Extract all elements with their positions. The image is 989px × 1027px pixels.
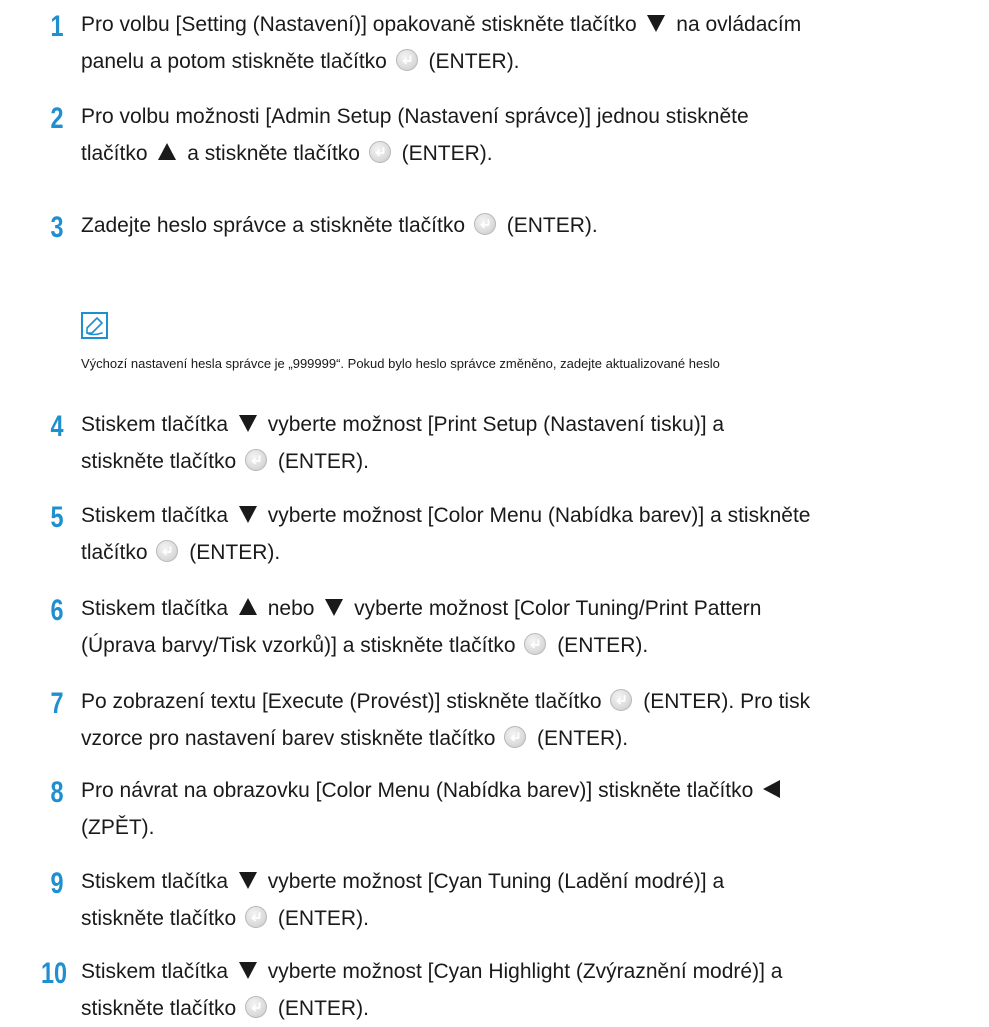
step-line: Pro volbu možnosti [Admin Setup (Nastave… <box>81 98 986 135</box>
enter-button-icon <box>156 540 179 563</box>
step-text: Stiskem tlačítka nebo vyberte možnost [C… <box>81 590 986 664</box>
step-line: (Úprava barvy/Tisk vzorků)] a stiskněte … <box>81 627 986 664</box>
step-number: 3 <box>50 211 64 244</box>
triangle-up-icon <box>158 142 177 160</box>
step-number: 8 <box>50 776 64 809</box>
step-text: Stiskem tlačítka vyberte možnost [Color … <box>81 497 986 571</box>
step-text-run: (ZPĚT). <box>81 816 155 839</box>
step-line: Stiskem tlačítka nebo vyberte možnost [C… <box>81 590 986 627</box>
step-line: (ZPĚT). <box>81 809 986 846</box>
step-text-run: (ENTER). Pro tisk <box>637 690 811 713</box>
step-text: Stiskem tlačítka vyberte možnost [Print … <box>81 406 986 480</box>
step-text-run: stiskněte tlačítko <box>81 907 243 930</box>
step-number: 2 <box>50 102 64 135</box>
step-text-run: Stiskem tlačítka <box>81 413 234 436</box>
triangle-down-icon <box>647 14 666 32</box>
step-number: 7 <box>50 687 64 720</box>
step-text-run: Stiskem tlačítka <box>81 504 234 527</box>
triangle-down-icon <box>238 871 257 889</box>
step-number: 5 <box>50 501 64 534</box>
step-text-run: stiskněte tlačítko <box>81 450 243 473</box>
triangle-left-icon <box>763 780 781 799</box>
step-text-run: vyberte možnost [Print Setup (Nastavení … <box>261 413 725 436</box>
step-text-run: stiskněte tlačítko <box>81 997 243 1020</box>
step-text-run: Po zobrazení textu [Execute (Provést)] s… <box>81 690 608 713</box>
step-text-run: (ENTER). <box>272 907 369 930</box>
step-line: Po zobrazení textu [Execute (Provést)] s… <box>81 683 986 720</box>
enter-button-icon <box>524 633 547 656</box>
triangle-down-icon <box>325 598 344 616</box>
step-text: Pro návrat na obrazovku [Color Menu (Nab… <box>81 772 986 846</box>
step-text-run: vyberte možnost [Cyan Highlight (Zvýrazn… <box>261 960 783 983</box>
step-line: stiskněte tlačítko (ENTER). <box>81 900 986 937</box>
step-line: Stiskem tlačítka vyberte možnost [Cyan H… <box>81 953 986 990</box>
step-text: Stiskem tlačítka vyberte možnost [Cyan T… <box>81 863 986 937</box>
enter-button-icon <box>245 996 268 1019</box>
triangle-down-icon <box>238 505 257 523</box>
step-text-run: Stiskem tlačítka <box>81 870 234 893</box>
step-text-run: (ENTER). <box>551 634 649 657</box>
step-text-run: tlačítko <box>81 541 154 564</box>
enter-button-icon <box>245 906 268 929</box>
step-text-run: (ENTER). <box>422 50 520 73</box>
step-line: Pro návrat na obrazovku [Color Menu (Nab… <box>81 772 986 809</box>
step-line: Stiskem tlačítka vyberte možnost [Print … <box>81 406 986 443</box>
enter-button-icon <box>610 689 633 712</box>
step-text: Stiskem tlačítka vyberte možnost [Cyan H… <box>81 953 986 1027</box>
step-text-run: (ENTER). <box>531 727 629 750</box>
triangle-down-icon <box>238 961 257 979</box>
step-line: stiskněte tlačítko (ENTER). <box>81 443 986 480</box>
step-text-run: (ENTER). <box>500 214 598 237</box>
step-text-run: nebo <box>261 597 321 620</box>
step-text-run: na ovládacím <box>670 13 802 36</box>
step-text-run: Pro volbu [Setting (Nastavení)] opakovan… <box>81 13 643 36</box>
step-text-run: vzorce pro nastavení barev stiskněte tla… <box>81 727 502 750</box>
step-number: 10 <box>40 957 68 990</box>
note-text: Výchozí nastavení hesla správce je „9999… <box>81 356 720 371</box>
triangle-up-icon <box>238 597 257 615</box>
step-number: 1 <box>50 10 64 43</box>
step-line: Zadejte heslo správce a stiskněte tlačít… <box>81 207 986 244</box>
triangle-down-icon <box>238 414 257 432</box>
step-text: Pro volbu možnosti [Admin Setup (Nastave… <box>81 98 986 172</box>
enter-button-icon <box>245 449 268 472</box>
step-text-run: a stiskněte tlačítko <box>181 142 366 165</box>
step-line: Stiskem tlačítka vyberte možnost [Cyan T… <box>81 863 986 900</box>
step-line: vzorce pro nastavení barev stiskněte tla… <box>81 720 986 757</box>
step-line: tlačítko a stiskněte tlačítko (ENTER). <box>81 135 986 172</box>
step-number: 9 <box>50 867 64 900</box>
enter-button-icon <box>504 726 527 749</box>
step-text-run: Stiskem tlačítka <box>81 960 234 983</box>
step-text: Zadejte heslo správce a stiskněte tlačít… <box>81 207 986 244</box>
step-text-run: Pro návrat na obrazovku [Color Menu (Nab… <box>81 779 760 802</box>
step-number: 6 <box>50 594 64 627</box>
enter-button-icon <box>473 213 496 236</box>
step-text-run: (ENTER). <box>183 541 281 564</box>
step-text-run: vyberte možnost [Cyan Tuning (Ladění mod… <box>261 870 725 893</box>
step-text-run: (ENTER). <box>272 450 369 473</box>
step-line: panelu a potom stiskněte tlačítko (ENTER… <box>81 43 986 80</box>
enter-button-icon <box>368 141 391 164</box>
enter-button-icon <box>395 49 418 72</box>
step-line: tlačítko (ENTER). <box>81 534 986 571</box>
step-text-run: (Úprava barvy/Tisk vzorků)] a stiskněte … <box>81 634 522 657</box>
step-line: stiskněte tlačítko (ENTER). <box>81 990 986 1027</box>
step-text-run: Zadejte heslo správce a stiskněte tlačít… <box>81 214 471 237</box>
step-text-run: (ENTER). <box>395 142 493 165</box>
step-text-run: tlačítko <box>81 142 154 165</box>
step-line: Stiskem tlačítka vyberte možnost [Color … <box>81 497 986 534</box>
step-text: Po zobrazení textu [Execute (Provést)] s… <box>81 683 986 757</box>
step-number: 4 <box>50 410 64 443</box>
step-line: Pro volbu [Setting (Nastavení)] opakovan… <box>81 6 986 43</box>
step-text: Pro volbu [Setting (Nastavení)] opakovan… <box>81 6 986 80</box>
step-text-run: Pro volbu možnosti [Admin Setup (Nastave… <box>81 105 749 128</box>
step-text-run: vyberte možnost [Color Tuning/Print Patt… <box>348 597 762 620</box>
step-text-run: panelu a potom stiskněte tlačítko <box>81 50 393 73</box>
step-text-run: vyberte možnost [Color Menu (Nabídka bar… <box>261 504 811 527</box>
step-text-run: (ENTER). <box>272 997 369 1020</box>
memo-pen-icon <box>81 312 108 339</box>
step-text-run: Stiskem tlačítka <box>81 597 234 620</box>
